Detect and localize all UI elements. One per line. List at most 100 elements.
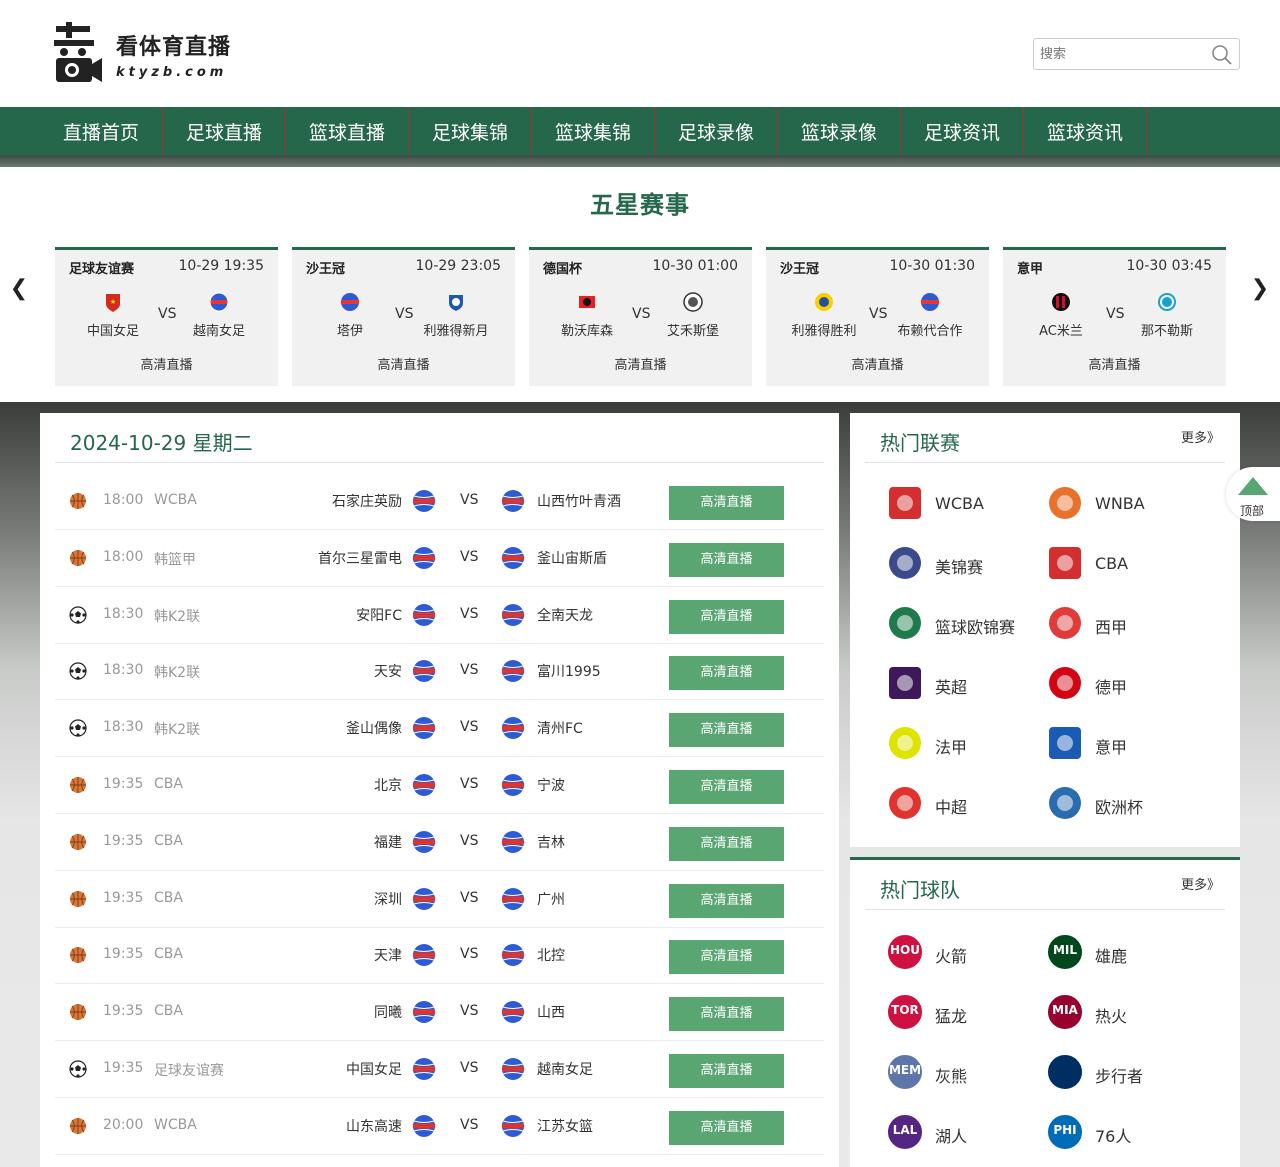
league-name: 篮球欧锦赛 bbox=[935, 618, 1016, 637]
hd-live-button[interactable]: 高清直播 bbox=[669, 1110, 784, 1145]
away-team: 山西竹叶青酒 bbox=[537, 494, 621, 510]
team-badge-icon bbox=[209, 292, 229, 312]
chevron-left-icon[interactable]: ❮ bbox=[9, 277, 29, 301]
league-item[interactable]: CBA bbox=[1045, 541, 1195, 585]
hd-live-button[interactable]: 高清直播 bbox=[669, 542, 784, 577]
hd-live-link[interactable]: 高清直播 bbox=[766, 354, 989, 373]
league-item[interactable]: 美锦赛 bbox=[885, 541, 1035, 585]
home-team-logo-icon bbox=[412, 603, 436, 627]
nav-item-football-news[interactable]: 足球资讯 bbox=[901, 107, 1024, 155]
league-item[interactable]: 中超 bbox=[885, 781, 1035, 825]
away-team-logo-icon bbox=[501, 659, 525, 683]
vs-label: VS bbox=[460, 719, 479, 736]
wcba-logo-icon bbox=[885, 483, 925, 523]
hd-live-button[interactable]: 高清直播 bbox=[669, 997, 784, 1032]
team-item[interactable]: 湖人 LAL bbox=[885, 1110, 1035, 1154]
away-team: 北控 bbox=[537, 948, 565, 965]
home-team-logo-icon bbox=[412, 659, 436, 683]
hd-live-button[interactable]: 高清直播 bbox=[669, 940, 784, 975]
league-item[interactable]: 欧洲杯 bbox=[1045, 781, 1195, 825]
table-row: 18:30 韩K2联 釜山偶像 VS 清州FC 高清直播 bbox=[55, 700, 824, 758]
team-item[interactable]: 热火 MIA bbox=[1045, 990, 1195, 1034]
hot-leagues-more-link[interactable]: 更多》 bbox=[1181, 427, 1220, 446]
nav-item-basketball-highlights[interactable]: 篮球集锦 bbox=[532, 107, 655, 155]
hot-teams-more-link[interactable]: 更多》 bbox=[1181, 874, 1220, 893]
match-card[interactable]: 沙王冠 10-29 23:05 塔伊 VS 利雅得新月 高清直播 bbox=[292, 247, 515, 386]
hd-live-link[interactable]: 高清直播 bbox=[55, 354, 278, 373]
hd-live-button[interactable]: 高清直播 bbox=[669, 599, 784, 634]
match-league: CBA bbox=[154, 946, 183, 963]
hd-live-link[interactable]: 高清直播 bbox=[529, 354, 752, 373]
match-league: WCBA bbox=[154, 1116, 197, 1133]
away-team: 越南女足 bbox=[192, 324, 245, 339]
home-team-logo-icon bbox=[412, 489, 436, 513]
team-item[interactable]: 灰熊 MEM bbox=[885, 1050, 1035, 1094]
home-team-logo-icon bbox=[412, 1057, 436, 1081]
league-item[interactable]: 篮球欧锦赛 bbox=[885, 601, 1035, 645]
hd-live-button[interactable]: 高清直播 bbox=[669, 883, 784, 918]
league-item[interactable]: 意甲 bbox=[1045, 721, 1195, 765]
chevron-right-icon[interactable]: ❯ bbox=[1250, 277, 1270, 301]
away-team-logo-icon bbox=[501, 1057, 525, 1081]
home-team-logo-icon bbox=[412, 887, 436, 911]
wnba-logo-icon bbox=[1045, 483, 1085, 523]
home-team: 塔伊 bbox=[336, 324, 363, 339]
divider bbox=[865, 909, 1225, 910]
league-item[interactable]: 西甲 bbox=[1045, 601, 1195, 645]
home-team: 釜山偶像 bbox=[346, 721, 402, 738]
hd-live-button[interactable]: 高清直播 bbox=[669, 713, 784, 748]
league-item[interactable]: 法甲 bbox=[885, 721, 1035, 765]
nav-item-football-live[interactable]: 足球直播 bbox=[163, 107, 286, 155]
team-name: 火箭 bbox=[935, 947, 968, 966]
home-team: 北京 bbox=[374, 778, 402, 794]
nav-item-basketball-replay[interactable]: 篮球录像 bbox=[778, 107, 901, 155]
site-logo[interactable]: 看体育直播 ktyzb.com bbox=[52, 22, 231, 86]
team-item[interactable]: 火箭 HOU bbox=[885, 930, 1035, 974]
league-item[interactable]: 英超 bbox=[885, 661, 1035, 705]
team-name: 猛龙 bbox=[935, 1007, 968, 1026]
team-abbr: MIL bbox=[1052, 943, 1078, 957]
basketball-icon bbox=[69, 492, 87, 510]
team-name: 雄鹿 bbox=[1095, 947, 1128, 966]
table-row: 19:35 CBA 北京 VS 宁波 高清直播 bbox=[55, 757, 824, 814]
schedule-date: 2024-10-29 星期二 bbox=[70, 431, 253, 455]
nav-item-basketball-news[interactable]: 篮球资讯 bbox=[1024, 107, 1147, 155]
hd-live-button[interactable]: 高清直播 bbox=[669, 656, 784, 691]
match-card[interactable]: 意甲 10-30 03:45 AC米兰 VS 那不勒斯 高清直播 bbox=[1003, 247, 1226, 386]
hd-live-link[interactable]: 高清直播 bbox=[292, 354, 515, 373]
league-item[interactable]: WCBA bbox=[885, 481, 1035, 525]
hd-live-button[interactable]: 高清直播 bbox=[669, 486, 784, 520]
team-item[interactable]: 76人 PHI bbox=[1045, 1110, 1195, 1154]
hd-live-button[interactable]: 高清直播 bbox=[669, 770, 784, 804]
league-item[interactable]: WNBA bbox=[1045, 481, 1195, 525]
match-time: 19:35 bbox=[103, 1060, 144, 1076]
hd-live-button[interactable]: 高清直播 bbox=[669, 1054, 784, 1088]
divider bbox=[55, 462, 824, 463]
league-name: CBA bbox=[1095, 554, 1129, 573]
team-item[interactable]: 步行者 bbox=[1045, 1050, 1195, 1094]
nav-item-basketball-live[interactable]: 篮球直播 bbox=[286, 107, 409, 155]
match-card[interactable]: 足球友谊赛 10-29 19:35 ★ 中国女足 VS 越南女足 高清直播 bbox=[55, 247, 278, 386]
main-nav: 直播首页 足球直播 篮球直播 足球集锦 篮球集锦 足球录像 篮球录像 足球资讯 … bbox=[0, 107, 1280, 155]
logo-domain: ktyzb.com bbox=[116, 64, 228, 80]
basketball-icon bbox=[69, 890, 87, 908]
nav-item-football-highlights[interactable]: 足球集锦 bbox=[409, 107, 532, 155]
search-icon[interactable] bbox=[1211, 44, 1233, 66]
away-team: 越南女足 bbox=[537, 1062, 593, 1078]
team-item[interactable]: 猛龙 TOR bbox=[885, 990, 1035, 1034]
match-card[interactable]: 沙王冠 10-30 01:30 利雅得胜利 VS 布赖代合作 高清直播 bbox=[766, 247, 989, 386]
nav-item-football-replay[interactable]: 足球录像 bbox=[655, 107, 778, 155]
team-abbr: MIA bbox=[1052, 1003, 1078, 1017]
back-to-top-button[interactable]: 顶部 bbox=[1226, 467, 1280, 521]
home-team: 中国女足 bbox=[346, 1062, 402, 1078]
league-item[interactable]: 德甲 bbox=[1045, 661, 1195, 705]
search-input[interactable] bbox=[1034, 39, 1204, 69]
hd-live-link[interactable]: 高清直播 bbox=[1003, 354, 1226, 373]
match-card[interactable]: 德国杯 10-30 01:00 勒沃库森 VS 艾禾斯堡 高清直播 bbox=[529, 247, 752, 386]
team-item[interactable]: 雄鹿 MIL bbox=[1045, 930, 1195, 974]
home-team: 利雅得胜利 bbox=[791, 324, 857, 339]
hd-live-button[interactable]: 高清直播 bbox=[669, 826, 784, 861]
nav-item-home[interactable]: 直播首页 bbox=[40, 107, 163, 155]
match-time: 18:00 bbox=[103, 548, 144, 565]
match-time: 20:00 bbox=[103, 1116, 144, 1133]
